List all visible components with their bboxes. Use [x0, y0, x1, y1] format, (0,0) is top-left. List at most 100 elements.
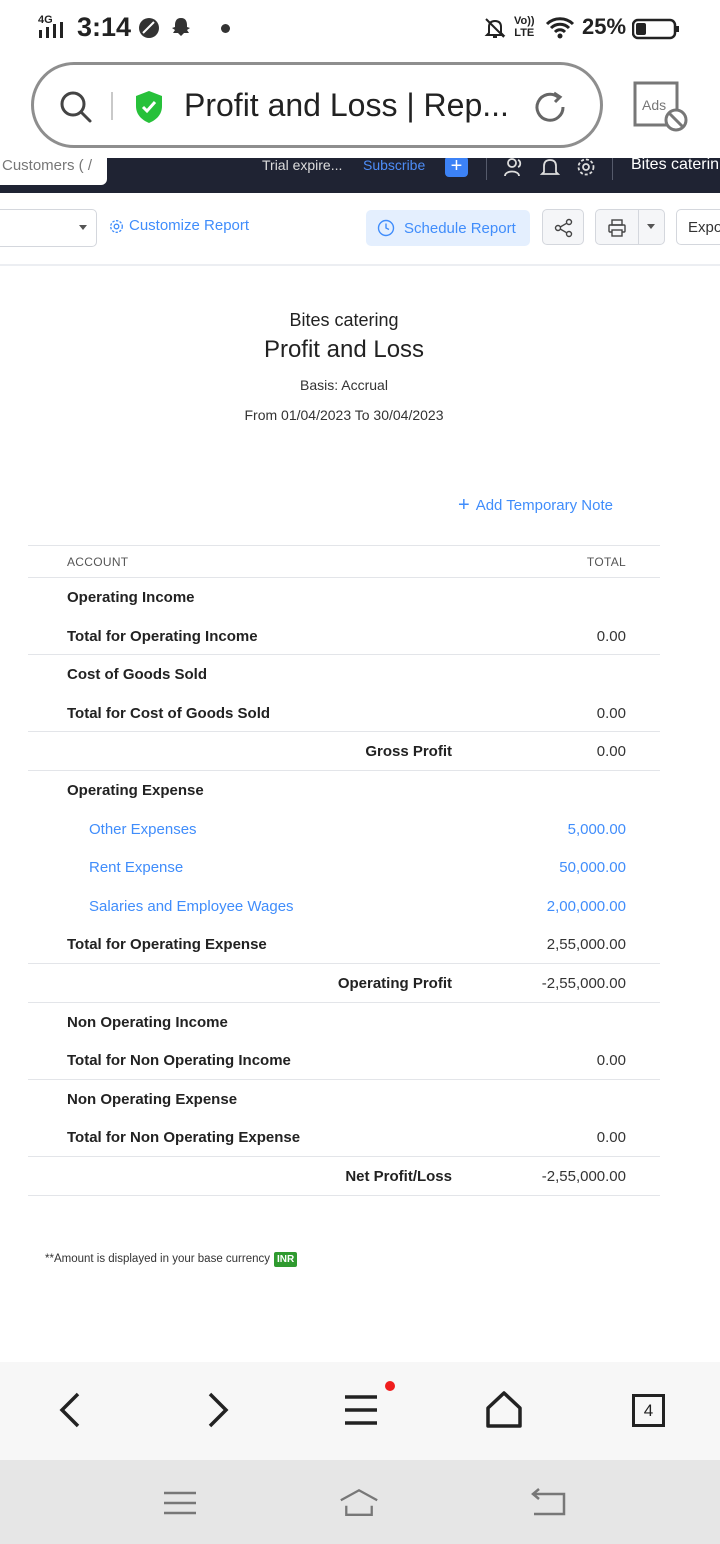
table-row[interactable]: Rent Expense 50,000.00: [28, 848, 660, 887]
clock-time: 3:14: [77, 12, 132, 42]
row-label: Total for Operating Income: [67, 627, 258, 645]
schedule-report-label: Schedule Report: [404, 220, 516, 237]
row-label[interactable]: Other Expenses: [89, 821, 197, 838]
row-amount[interactable]: 50,000.00: [559, 859, 626, 876]
currency-footnote: **Amount is displayed in your base curre…: [45, 1252, 298, 1267]
browser-bottom-bar: 4: [0, 1362, 720, 1460]
forward-icon[interactable]: [194, 1388, 238, 1432]
gear-icon[interactable]: [575, 158, 597, 178]
report-title: Profit and Loss: [263, 336, 425, 363]
table-row: Total for Operating Expense 2,55,000.00: [28, 925, 660, 964]
bell-icon[interactable]: [539, 158, 561, 178]
currency-badge: INR: [274, 1252, 298, 1267]
back-icon[interactable]: [50, 1388, 94, 1432]
row-amount: 0.00: [596, 704, 626, 722]
gear-icon: [110, 220, 123, 233]
battery-percent: 25%: [582, 14, 627, 39]
quick-create-button[interactable]: +: [445, 158, 468, 177]
footnote-text: **Amount is displayed in your base curre…: [45, 1253, 271, 1265]
table-row: Total for Non Operating Expense 0.00: [28, 1118, 660, 1157]
header-divider: [612, 158, 613, 180]
tabs-count-button[interactable]: 4: [632, 1394, 665, 1427]
system-nav-bar: [0, 1460, 720, 1544]
subscribe-link[interactable]: Subscribe: [363, 158, 425, 172]
row-label[interactable]: Rent Expense: [89, 859, 183, 876]
reload-icon[interactable]: [530, 87, 570, 127]
clock-icon: [377, 219, 395, 237]
table-row: Non Operating Income: [28, 1003, 660, 1042]
shield-check-icon[interactable]: [134, 90, 164, 124]
row-amount[interactable]: 2,00,000.00: [547, 898, 626, 915]
add-note-label: Add Temporary Note: [475, 497, 613, 514]
report-basis: Basis: Accrual: [300, 377, 388, 393]
app-header: Customers ( / Trial expire... Subscribe …: [0, 158, 720, 193]
print-button[interactable]: [595, 209, 665, 245]
row-label: Total for Cost of Goods Sold: [67, 704, 271, 722]
printer-icon: [608, 219, 626, 237]
report-filter-select[interactable]: [0, 209, 97, 247]
report-date-range: From 01/04/2023 To 30/04/2023: [244, 407, 444, 423]
row-amount: 0.00: [596, 627, 626, 645]
menu-icon[interactable]: [339, 1388, 383, 1432]
table-row: Total for Non Operating Income 0.00: [28, 1041, 660, 1080]
customize-report-button[interactable]: Customize Report: [109, 217, 249, 234]
add-temporary-note-link[interactable]: + Add Temporary Note: [458, 493, 613, 516]
bell-muted-icon: [484, 18, 506, 38]
volte-indicator: Vo)) LTE: [514, 15, 535, 39]
signal-icon: [39, 22, 63, 38]
table-header: ACCOUNT TOTAL: [28, 545, 660, 578]
address-divider: [111, 92, 113, 120]
schedule-report-button[interactable]: Schedule Report: [366, 210, 530, 246]
notification-dot: [221, 24, 230, 33]
row-label: Operating Profit: [337, 974, 452, 992]
svg-text:Ads: Ads: [642, 97, 666, 113]
system-back-icon[interactable]: [528, 1486, 568, 1520]
status-bar: 4G 3:14 Vo)) LTE 25%: [0, 0, 720, 56]
header-divider: [486, 158, 487, 180]
organization-name[interactable]: Bites caterin: [631, 158, 719, 173]
row-label[interactable]: Salaries and Employee Wages: [89, 898, 294, 915]
customers-tab[interactable]: Customers ( /: [0, 158, 107, 185]
row-label: Total for Non Operating Income: [67, 1052, 291, 1070]
table-row: Operating Income: [28, 578, 660, 617]
page-title-url[interactable]: Profit and Loss | Rep...: [184, 87, 524, 124]
browser-address-bar[interactable]: Profit and Loss | Rep...: [31, 62, 603, 148]
table-row: Operating Profit -2,55,000.00: [28, 964, 660, 1003]
chevron-down-icon[interactable]: [647, 224, 655, 229]
row-label: Cost of Goods Sold: [67, 666, 207, 684]
search-icon[interactable]: [58, 89, 94, 125]
row-label: Operating Income: [67, 589, 195, 606]
system-home-icon[interactable]: [339, 1486, 379, 1520]
plus-icon: +: [458, 494, 470, 516]
row-amount: 2,55,000.00: [546, 936, 626, 954]
row-label: Total for Operating Expense: [67, 936, 267, 954]
home-icon[interactable]: [482, 1388, 526, 1432]
table-row: Operating Expense: [28, 771, 660, 810]
share-button[interactable]: [542, 209, 584, 245]
table-row: Net Profit/Loss -2,55,000.00: [28, 1157, 660, 1196]
snapchat-icon: [172, 18, 190, 36]
company-name: Bites catering: [289, 310, 399, 330]
split-divider: [638, 210, 639, 244]
row-label: Gross Profit: [365, 743, 452, 761]
row-amount: -2,55,000.00: [541, 974, 626, 992]
row-amount: 0.00: [596, 1129, 626, 1147]
column-total: TOTAL: [586, 555, 626, 569]
table-row: Total for Cost of Goods Sold 0.00: [28, 694, 660, 733]
ads-block-icon[interactable]: Ads: [632, 80, 690, 134]
export-button[interactable]: Expo: [676, 209, 720, 245]
share-icon: [554, 218, 573, 238]
table-row[interactable]: Other Expenses 5,000.00: [28, 810, 660, 849]
profit-loss-table: ACCOUNT TOTAL Operating Income Total for …: [28, 545, 660, 1196]
row-amount[interactable]: 5,000.00: [568, 821, 626, 838]
menu-notification-dot: [385, 1381, 395, 1391]
row-label: Operating Expense: [67, 781, 204, 799]
table-row[interactable]: Salaries and Employee Wages 2,00,000.00: [28, 887, 660, 926]
users-icon[interactable]: [503, 158, 525, 178]
recent-apps-icon[interactable]: [160, 1486, 200, 1520]
table-row: Total for Operating Income 0.00: [28, 617, 660, 656]
row-amount: -2,55,000.00: [541, 1167, 626, 1185]
row-amount: 0.00: [596, 1052, 626, 1070]
leaf-icon: [139, 18, 159, 38]
trial-notice: Trial expire...: [262, 158, 343, 173]
